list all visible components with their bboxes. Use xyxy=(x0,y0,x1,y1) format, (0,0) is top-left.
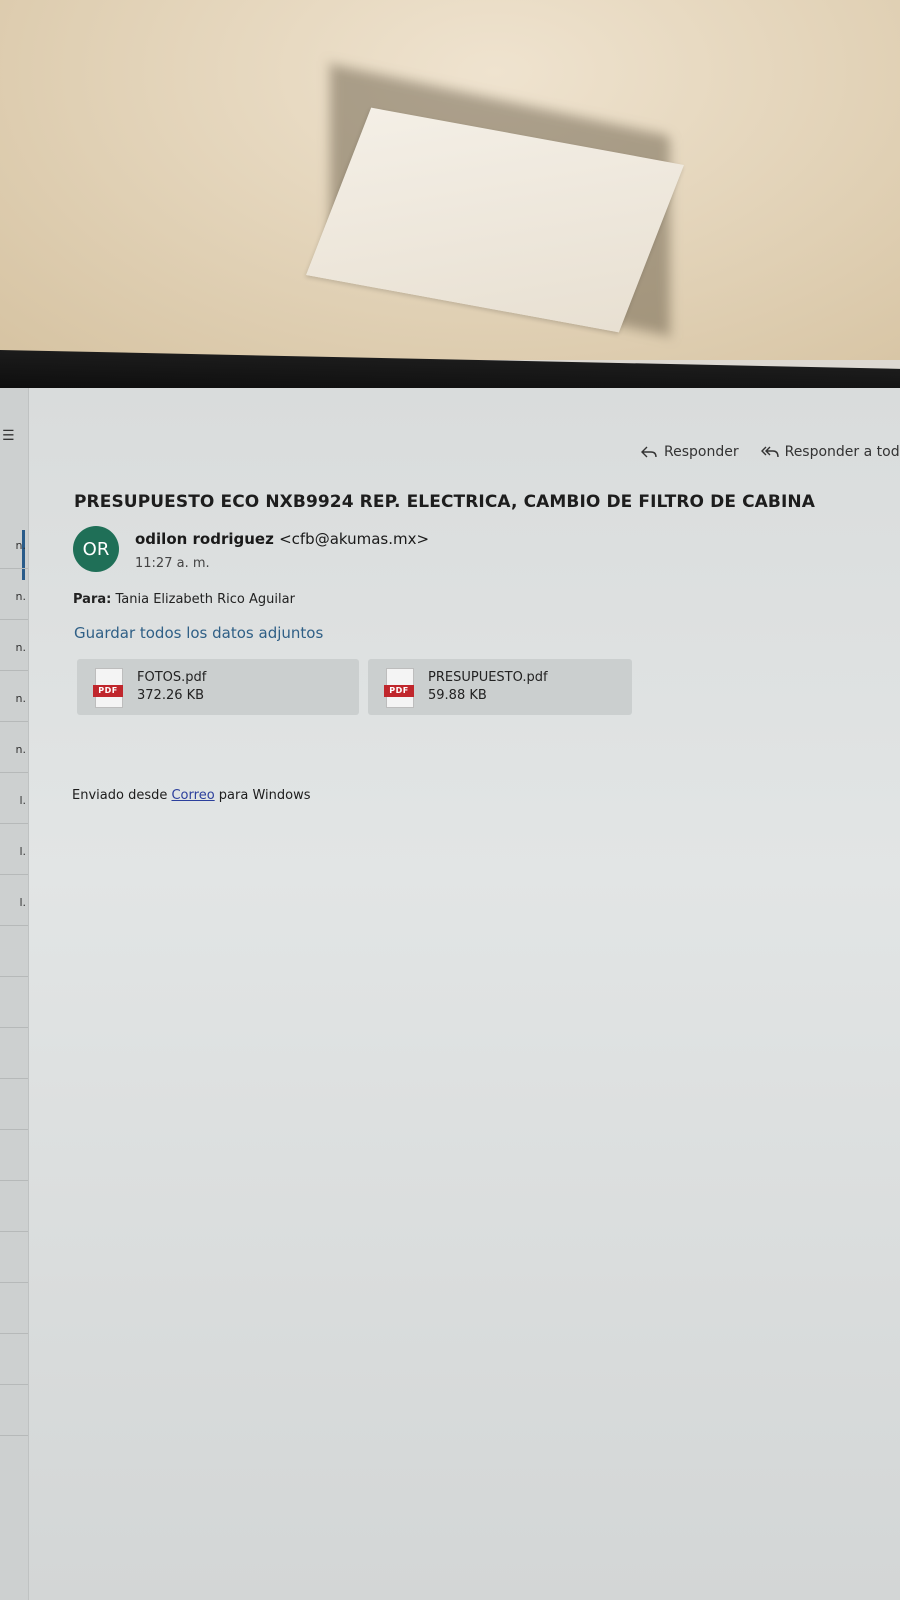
message-list-strip: ☰ n. n. n. n. n. l. l. l. xyxy=(0,388,29,1600)
attachment-fotos[interactable]: PDF FOTOS.pdf 372.26 KB xyxy=(77,659,359,715)
pdf-icon: PDF xyxy=(384,668,414,708)
list-item[interactable] xyxy=(0,1232,28,1283)
avatar[interactable]: OR xyxy=(73,526,119,572)
message-time: 11:27 a. m. xyxy=(135,556,210,571)
list-item[interactable]: l. xyxy=(0,875,28,926)
message-subject: PRESUPUESTO ECO NXB9924 REP. ELECTRICA, … xyxy=(74,492,815,512)
to-label: Para: xyxy=(73,592,112,607)
reply-all-button[interactable]: Responder a todo xyxy=(760,444,900,460)
list-item[interactable] xyxy=(0,926,28,977)
list-item[interactable] xyxy=(0,1334,28,1385)
reply-label: Responder xyxy=(664,444,739,460)
list-item[interactable]: n. xyxy=(0,722,28,773)
list-item[interactable] xyxy=(0,1283,28,1334)
attachment-presupuesto[interactable]: PDF PRESUPUESTO.pdf 59.88 KB xyxy=(368,659,632,715)
list-item[interactable]: n. xyxy=(0,620,28,671)
list-item[interactable]: n. xyxy=(0,671,28,722)
attachment-size: 372.26 KB xyxy=(137,688,205,703)
list-item[interactable]: n. xyxy=(0,569,28,620)
pdf-icon: PDF xyxy=(93,668,123,708)
list-item[interactable] xyxy=(0,1028,28,1079)
reply-all-icon xyxy=(760,446,779,458)
menu-icon[interactable]: ☰ xyxy=(2,428,15,444)
sender-name: odilon rodriguez xyxy=(135,530,274,548)
message-body: Enviado desde Correo para Windows xyxy=(72,788,311,803)
list-item[interactable] xyxy=(0,1181,28,1232)
correo-link[interactable]: Correo xyxy=(171,788,214,803)
recipient-line: Para: Tania Elizabeth Rico Aguilar xyxy=(73,592,295,607)
attachment-name: PRESUPUESTO.pdf xyxy=(428,670,548,685)
attachment-name: FOTOS.pdf xyxy=(137,670,207,685)
list-item[interactable]: n. xyxy=(0,518,28,569)
reply-button[interactable]: Responder xyxy=(640,444,739,460)
sender-email: <cfb@akumas.mx> xyxy=(279,530,430,548)
list-item[interactable] xyxy=(0,1130,28,1181)
attachment-size: 59.88 KB xyxy=(428,688,487,703)
list-item[interactable] xyxy=(0,1079,28,1130)
reply-icon xyxy=(641,446,657,458)
save-all-attachments-link[interactable]: Guardar todos los datos adjuntos xyxy=(74,624,323,642)
list-item[interactable]: l. xyxy=(0,773,28,824)
reading-pane: Responder Responder a todo PRESUPUESTO E… xyxy=(30,388,900,1600)
body-suffix: para Windows xyxy=(218,788,311,803)
reply-all-label: Responder a todo xyxy=(784,444,900,460)
list-item[interactable] xyxy=(0,1385,28,1436)
recipient-name[interactable]: Tania Elizabeth Rico Aguilar xyxy=(115,592,294,607)
body-prefix: Enviado desde xyxy=(72,788,168,803)
message-actions: Responder Responder a todo xyxy=(640,444,900,460)
sender[interactable]: odilon rodriguez <cfb@akumas.mx> xyxy=(135,530,429,548)
list-item[interactable] xyxy=(0,977,28,1028)
mail-window: ☰ n. n. n. n. n. l. l. l. Responder Resp… xyxy=(0,388,900,1600)
list-item[interactable]: l. xyxy=(0,824,28,875)
